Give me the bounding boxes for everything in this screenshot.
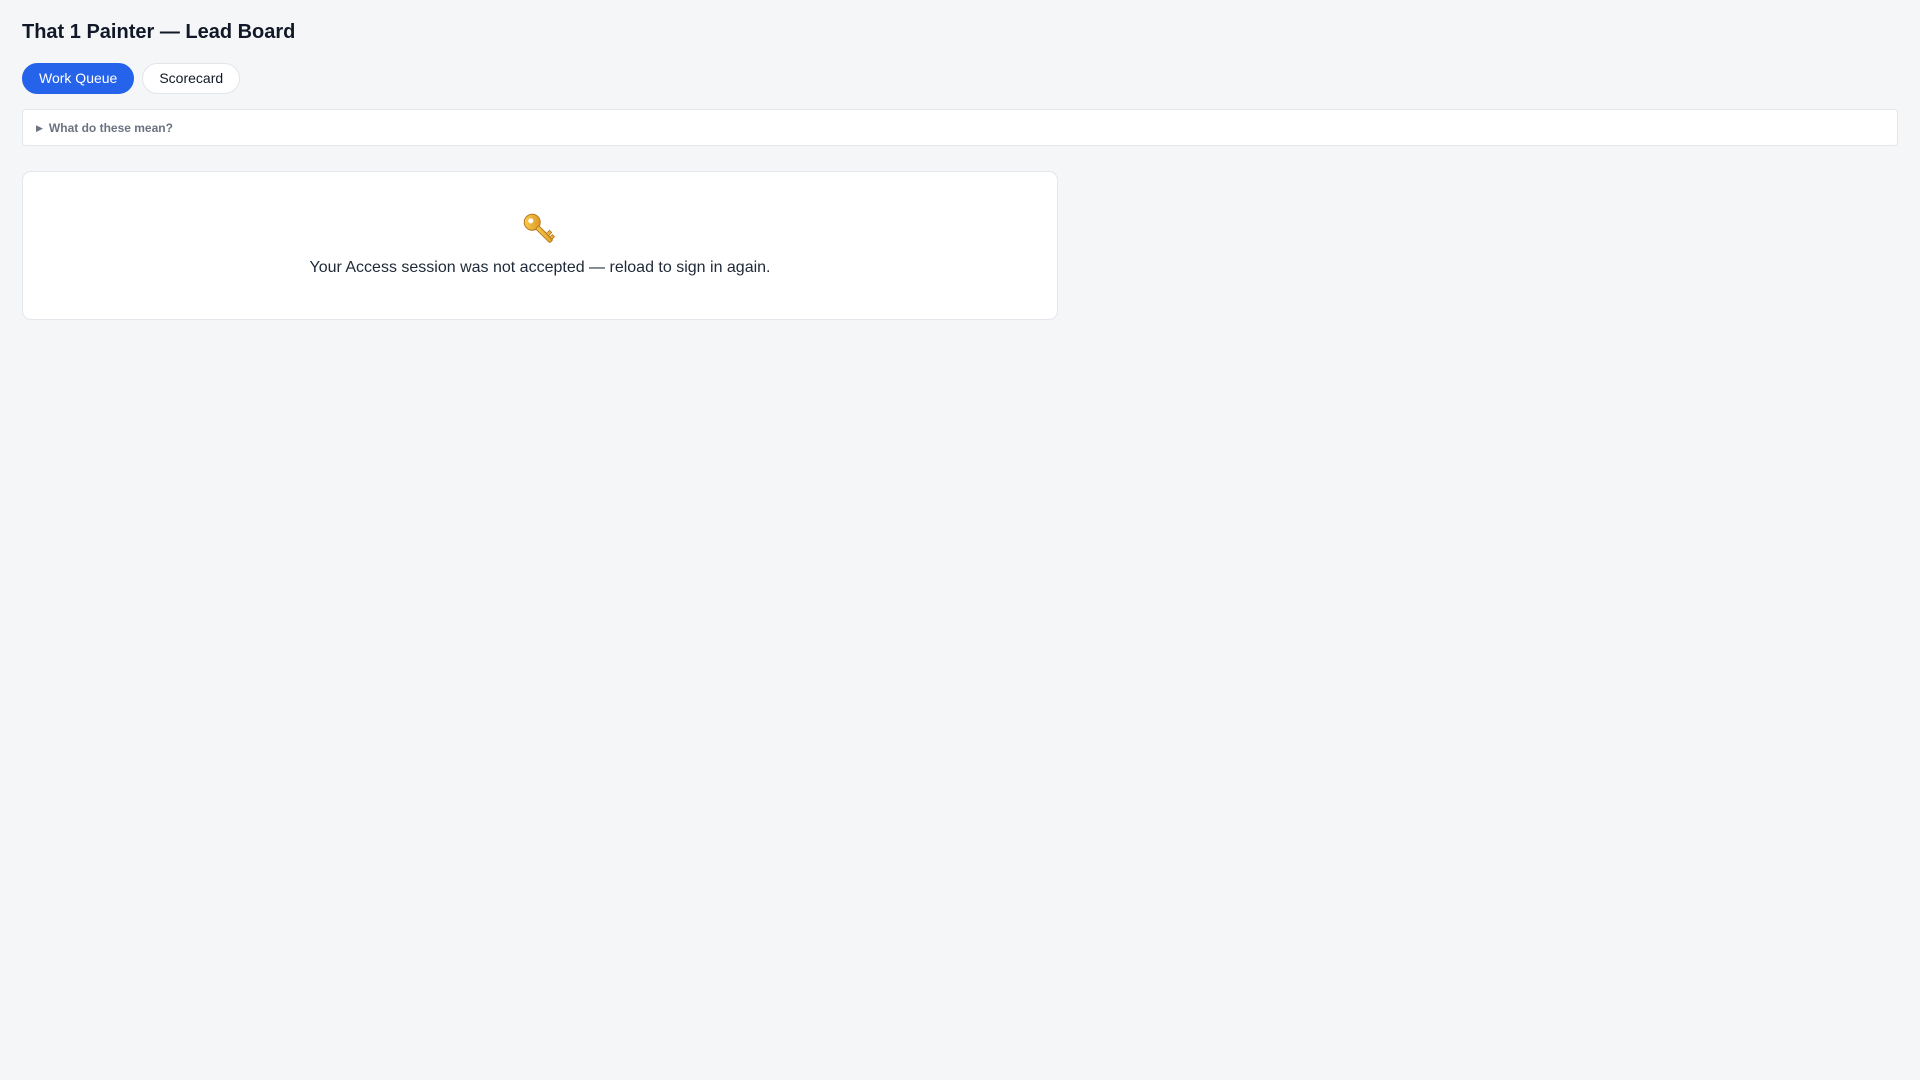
status-card: Your Access session was not accepted — r…: [22, 171, 1058, 320]
page: That 1 Painter — Lead Board Work Queue S…: [0, 0, 1920, 1080]
status-message: Your Access session was not accepted — r…: [309, 259, 771, 276]
key-icon: [523, 213, 556, 243]
help-disclosure-label: What do these mean?: [48, 120, 173, 135]
help-disclosure[interactable]: ▶ What do these mean?: [22, 109, 1898, 146]
tab-work-queue[interactable]: Work Queue: [22, 63, 135, 94]
page-title: That 1 Painter — Lead Board: [22, 21, 296, 43]
tab-bar: Work Queue Scorecard: [22, 63, 1898, 94]
tab-scorecard[interactable]: Scorecard: [142, 63, 241, 94]
caret-right-icon: ▶: [36, 122, 43, 133]
